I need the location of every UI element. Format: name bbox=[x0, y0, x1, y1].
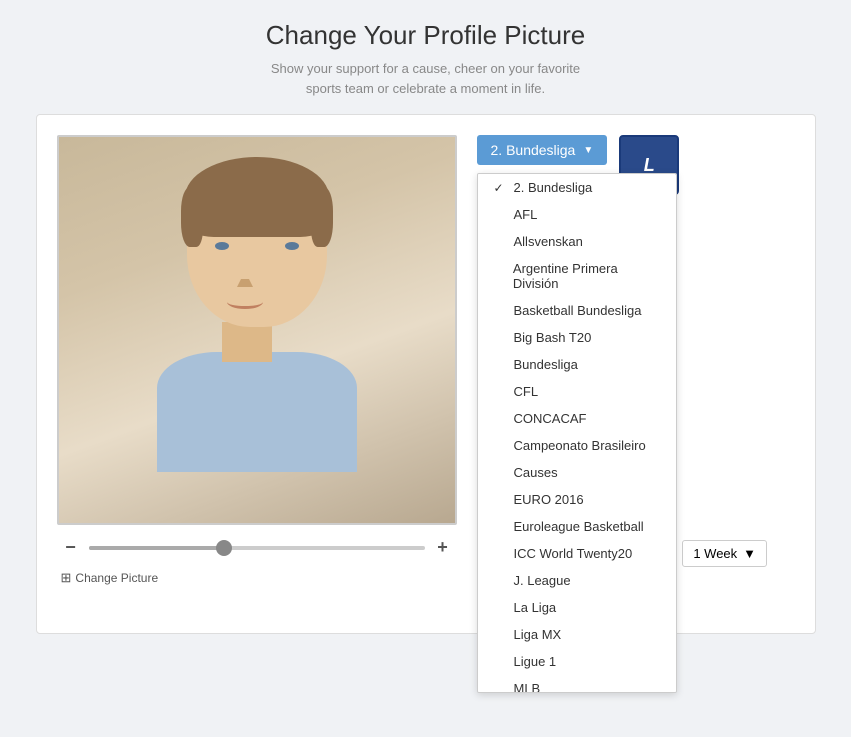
dropdown-item-label: CFL bbox=[514, 384, 539, 399]
duration-dropdown[interactable]: 1 Week ▼ bbox=[682, 540, 767, 567]
dropdown-item[interactable]: ✓ 2. Bundesliga bbox=[478, 174, 676, 201]
dropdown-item[interactable]: Campeonato Brasileiro bbox=[478, 432, 676, 459]
dropdown-item-label: J. League bbox=[514, 573, 571, 588]
dropdown-item-label: MLB bbox=[514, 681, 541, 693]
dropdown-item[interactable]: MLB bbox=[478, 675, 676, 693]
dropdown-item[interactable]: AFL bbox=[478, 201, 676, 228]
person-illustration bbox=[177, 167, 337, 367]
change-picture-link[interactable]: Change Picture bbox=[61, 570, 159, 586]
slider-fill bbox=[89, 546, 223, 550]
duration-value: 1 Week bbox=[693, 546, 737, 561]
dropdown-item[interactable]: CFL bbox=[478, 378, 676, 405]
dropdown-item-label: CONCACAF bbox=[514, 411, 587, 426]
dropdown-container: 2. Bundesliga ▼ ✓2. BundesligaAFLAllsven… bbox=[477, 135, 608, 165]
page-title: Change Your Profile Picture bbox=[256, 20, 596, 51]
dropdown-item[interactable]: Euroleague Basketball bbox=[478, 513, 676, 540]
right-panel: 2. Bundesliga ▼ ✓ 2. Bundesliga AFL Allsven… bbox=[477, 135, 795, 613]
dropdown-item[interactable]: Bundesliga bbox=[478, 351, 676, 378]
dropdown-item-label: ICC World Twenty20 bbox=[514, 546, 633, 561]
dropdown-item[interactable]: Argentine Primera División bbox=[478, 255, 676, 297]
dropdown-item-label: Campeonato Brasileiro bbox=[514, 438, 646, 453]
dropdown-item-label: EURO 2016 bbox=[514, 492, 584, 507]
slider-thumb[interactable] bbox=[216, 540, 232, 556]
dropdown-item-label: Big Bash T20 bbox=[514, 330, 592, 345]
dropdown-item[interactable]: Allsvenskan bbox=[478, 228, 676, 255]
dropdown-item-label: Causes bbox=[514, 465, 558, 480]
slider-minus-button[interactable]: − bbox=[61, 537, 81, 558]
change-picture-label: Change Picture bbox=[75, 571, 158, 585]
dropdown-item[interactable]: EURO 2016 bbox=[478, 486, 676, 513]
dropdown-selected-label: 2. Bundesliga bbox=[491, 142, 576, 158]
duration-chevron-icon: ▼ bbox=[743, 546, 756, 561]
dropdown-item-label: Ligue 1 bbox=[514, 654, 557, 669]
main-card: − + Change Picture 2. Bundesliga ▼ ✓ 2. B… bbox=[36, 114, 816, 634]
dropdown-item[interactable]: J. League bbox=[478, 567, 676, 594]
dropdown-item[interactable]: Big Bash T20 bbox=[478, 324, 676, 351]
top-row: 2. Bundesliga ▼ ✓2. BundesligaAFLAllsven… bbox=[477, 135, 795, 195]
right-content: 2. Bundesliga ▼ ✓ 2. Bundesliga AFL Allsven… bbox=[477, 135, 795, 613]
chevron-down-icon: ▼ bbox=[583, 145, 593, 156]
profile-photo bbox=[59, 137, 455, 523]
dropdown-item[interactable]: CONCACAF bbox=[478, 405, 676, 432]
dropdown-item-label: Liga MX bbox=[514, 627, 562, 642]
page-subtitle: Show your support for a cause, cheer on … bbox=[256, 59, 596, 98]
dropdown-item-label: 2. Bundesliga bbox=[514, 180, 593, 195]
dropdown-item-label: Euroleague Basketball bbox=[514, 519, 644, 534]
dropdown-item[interactable]: Basketball Bundesliga bbox=[478, 297, 676, 324]
dropdown-menu: ✓ 2. Bundesliga AFL Allsvenskan Argentine Pr… bbox=[477, 173, 677, 693]
dropdown-item[interactable]: La Liga bbox=[478, 594, 676, 621]
dropdown-item-label: Allsvenskan bbox=[514, 234, 583, 249]
left-panel: − + Change Picture bbox=[57, 135, 457, 613]
page-header: Change Your Profile Picture Show your su… bbox=[256, 20, 596, 98]
zoom-slider-container[interactable]: − + bbox=[57, 537, 457, 558]
dropdown-item-label: Basketball Bundesliga bbox=[514, 303, 642, 318]
photo-frame bbox=[57, 135, 457, 525]
dropdown-item-label: Argentine Primera División bbox=[513, 261, 660, 291]
dropdown-item-label: AFL bbox=[514, 207, 538, 222]
slider-track[interactable] bbox=[89, 546, 425, 550]
category-dropdown-button[interactable]: 2. Bundesliga ▼ bbox=[477, 135, 608, 165]
dropdown-item[interactable]: Ligue 1 bbox=[478, 648, 676, 675]
dropdown-item[interactable]: Liga MX bbox=[478, 621, 676, 648]
dropdown-item[interactable]: ICC World Twenty20 bbox=[478, 540, 676, 567]
checkmark-icon: ✓ bbox=[494, 181, 506, 195]
dropdown-item-label: La Liga bbox=[514, 600, 557, 615]
dropdown-item[interactable]: Causes bbox=[478, 459, 676, 486]
dropdown-item-label: Bundesliga bbox=[514, 357, 578, 372]
slider-plus-button[interactable]: + bbox=[433, 537, 453, 558]
